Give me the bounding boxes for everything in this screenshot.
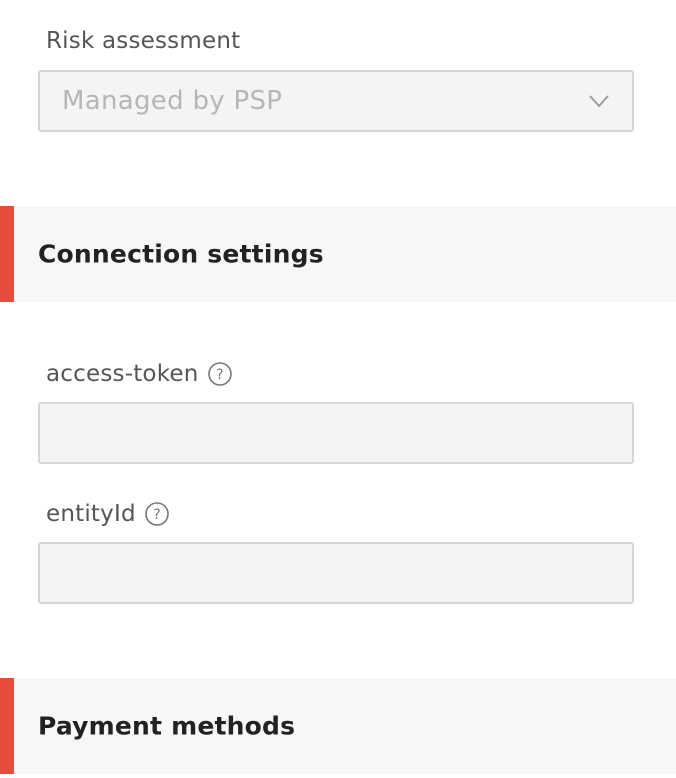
help-icon[interactable]: ? [207, 362, 232, 386]
section-connection-settings: Connection settings [0, 206, 676, 302]
access-token-label: access-token ? [46, 362, 232, 386]
entity-id-label-text: entityId [46, 500, 136, 527]
svg-text:?: ? [216, 367, 224, 383]
access-token-label-text: access-token [46, 360, 199, 387]
chevron-down-icon [588, 94, 610, 108]
entity-id-label: entityId ? [46, 502, 169, 526]
section-title-connection-settings: Connection settings [38, 239, 324, 269]
entity-id-input[interactable] [38, 542, 634, 604]
risk-assessment-label: Risk assessment [46, 30, 240, 53]
svg-text:?: ? [153, 507, 161, 523]
risk-assessment-label-text: Risk assessment [46, 28, 241, 54]
section-accent-bar [0, 678, 14, 774]
section-payment-methods: Payment methods [0, 678, 676, 774]
help-icon[interactable]: ? [144, 502, 169, 526]
section-accent-bar [0, 206, 14, 302]
risk-assessment-selected-value: Managed by PSP [62, 86, 283, 116]
access-token-input[interactable] [38, 402, 634, 464]
risk-assessment-select[interactable]: Managed by PSP [38, 70, 634, 132]
section-title-payment-methods: Payment methods [38, 711, 296, 741]
psp-settings-form: Risk assessment Managed by PSP Connectio… [0, 0, 676, 778]
